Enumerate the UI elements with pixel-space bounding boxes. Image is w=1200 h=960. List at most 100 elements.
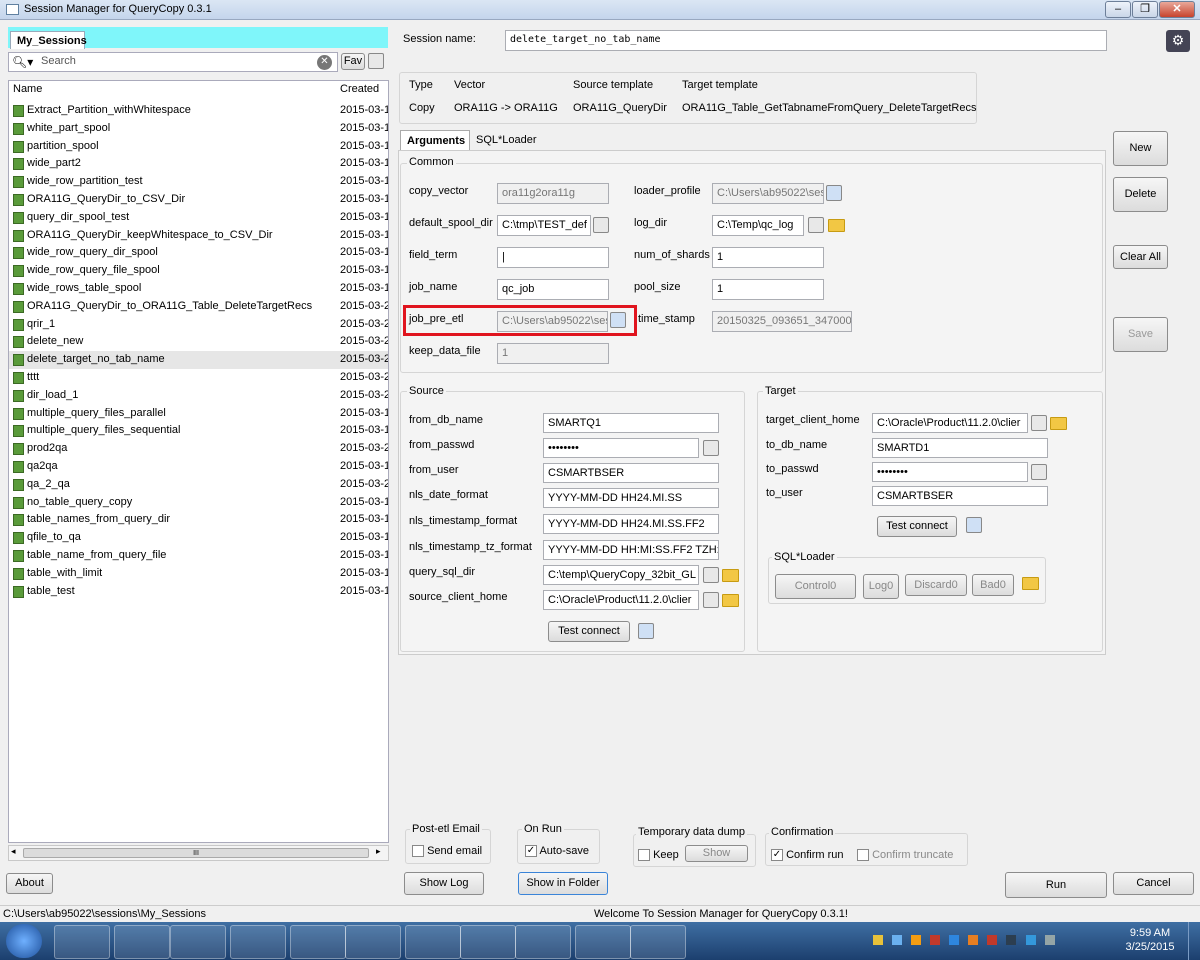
source-test-connect-button[interactable]: Test connect [548,621,630,642]
search-input[interactable]: 🔍︎▾ Search ✕ [8,52,338,72]
list-item[interactable]: ORA11G_QueryDir_keepWhitespace_to_CSV_Di… [9,227,388,245]
show-button[interactable]: Show [685,845,748,862]
edit-icon[interactable] [966,517,982,533]
explorer-icon[interactable] [114,925,170,959]
minimize-button[interactable]: – [1105,1,1131,18]
horizontal-scrollbar[interactable]: ◂ III ▸ [8,845,389,861]
folder-icon[interactable] [722,594,739,607]
browse-icon[interactable] [1031,464,1047,480]
list-item[interactable]: delete_new 2015-03-2 [9,333,388,351]
clock[interactable]: 9:59 AM 3/25/2015 [1120,926,1180,954]
bad-button[interactable]: Bad0 [972,574,1014,596]
column-header-created[interactable]: Created [340,83,379,95]
close-button[interactable]: ✕ [1159,1,1195,18]
edit-icon[interactable] [826,185,842,201]
list-item[interactable]: wide_row_query_dir_spool 2015-03-1 [9,244,388,262]
to-db-name-field[interactable]: SMARTD1 [872,438,1048,458]
maximize-button[interactable]: ❐ [1132,1,1158,18]
nls-timestamp-tz-format-field[interactable]: YYYY-MM-DD HH:MI:SS.FF2 TZH: [543,540,719,560]
keep-checkbox[interactable]: Keep [638,849,679,862]
list-item[interactable]: qfile_to_qa 2015-03-1 [9,529,388,547]
browse-icon[interactable] [703,440,719,456]
calculator-icon[interactable] [345,925,401,959]
list-item[interactable]: ORA11G_QueryDir_to_CSV_Dir 2015-03-1 [9,191,388,209]
discard-button[interactable]: Discard0 [905,574,967,596]
from-db-name-field[interactable]: SMARTQ1 [543,413,719,433]
list-item[interactable]: multiple_query_files_parallel 2015-03-1 [9,405,388,423]
column-header-name[interactable]: Name [13,83,42,95]
pool-size-field[interactable]: 1 [712,279,824,300]
about-button[interactable]: About [6,873,53,894]
scroll-thumb[interactable]: III [23,848,369,858]
list-item[interactable]: table_names_from_query_dir 2015-03-1 [9,511,388,529]
list-item[interactable]: prod2qa 2015-03-2 [9,440,388,458]
target-test-connect-button[interactable]: Test connect [877,516,957,537]
chart-app-icon[interactable] [515,925,571,959]
chrome-icon[interactable] [230,925,286,959]
send-email-checkbox[interactable]: Send email [412,845,482,858]
python-icon[interactable] [630,925,686,959]
default-spool-dir-field[interactable]: C:\tmp\TEST_def [497,215,591,236]
source-client-home-field[interactable]: C:\Oracle\Product\11.2.0\clier [543,590,699,610]
list-item[interactable]: wide_part2 2015-03-1 [9,155,388,173]
refresh-icon[interactable] [368,53,384,69]
tray-icon[interactable] [968,935,979,945]
list-item[interactable]: wide_row_query_file_spool 2015-03-1 [9,262,388,280]
list-item[interactable]: no_table_query_copy 2015-03-1 [9,494,388,512]
tray-icon[interactable] [892,935,903,945]
media-icon[interactable] [170,925,226,959]
target-client-home-field[interactable]: C:\Oracle\Product\11.2.0\clier [872,413,1028,433]
tray-icon[interactable] [949,935,960,945]
loader-profile-field[interactable]: C:\Users\ab95022\ses [712,183,824,204]
clear-all-button[interactable]: Clear All [1113,245,1168,269]
list-item[interactable]: table_name_from_query_file 2015-03-1 [9,547,388,565]
tray-icon[interactable] [930,935,941,945]
browse-icon[interactable] [1031,415,1047,431]
browse-icon[interactable] [808,217,824,233]
tray-icon[interactable] [1025,935,1036,945]
start-button-icon[interactable] [6,924,42,958]
folder-icon[interactable] [722,569,739,582]
query-sql-dir-field[interactable]: C:\temp\QueryCopy_32bit_GL [543,565,699,585]
to-passwd-field[interactable]: •••••••• [872,462,1028,482]
list-item[interactable]: delete_target_no_tab_name 2015-03-2 [9,351,388,369]
outlook-icon[interactable] [575,925,631,959]
list-item[interactable]: qrir_1 2015-03-2 [9,316,388,334]
show-log-button[interactable]: Show Log [404,872,484,895]
save-button[interactable]: Save [1113,317,1168,352]
show-desktop-button[interactable] [1188,922,1200,960]
delete-button[interactable]: Delete [1113,177,1168,212]
job-name-field[interactable]: qc_job [497,279,609,300]
list-item[interactable]: tttt 2015-03-2 [9,369,388,387]
tray-icon[interactable] [911,935,922,945]
list-item[interactable]: ORA11G_QueryDir_to_ORA11G_Table_DeleteTa… [9,298,388,316]
fav-button[interactable]: Fav [341,53,365,70]
keep-data-file-field[interactable]: 1 [497,343,609,364]
list-item[interactable]: qa_2_qa 2015-03-2 [9,476,388,494]
list-item[interactable]: white_part_spool 2015-03-1 [9,120,388,138]
settings-icon[interactable]: ⚙ [1166,30,1190,52]
session-list[interactable]: Name Created Extract_Partition_withWhite… [8,80,389,843]
to-user-field[interactable]: CSMARTBSER [872,486,1048,506]
from-passwd-field[interactable]: •••••••• [543,438,699,458]
list-item[interactable]: table_with_limit 2015-03-1 [9,565,388,583]
tray-icon[interactable] [873,935,883,945]
list-item[interactable]: Extract_Partition_withWhitespace 2015-03-… [9,102,388,120]
browse-icon[interactable] [703,567,719,583]
log-dir-field[interactable]: C:\Temp\qc_log [712,215,804,236]
session-name-field[interactable]: delete_target_no_tab_name [505,30,1107,51]
ie-icon[interactable] [54,925,110,959]
list-item[interactable]: table_test 2015-03-1 [9,583,388,601]
search-icon[interactable]: 🔍︎▾ [12,55,33,69]
edit-icon[interactable] [610,312,626,328]
new-button[interactable]: New [1113,131,1168,166]
field-term-field[interactable]: | [497,247,609,268]
time-stamp-field[interactable]: 20150325_093651_347000 [712,311,852,332]
tray-icon[interactable] [1044,935,1055,945]
list-item[interactable]: query_dir_spool_test 2015-03-1 [9,209,388,227]
list-item[interactable]: dir_load_1 2015-03-2 [9,387,388,405]
folder-icon[interactable] [1050,417,1067,430]
remote-desktop-icon[interactable] [290,925,346,959]
browse-icon[interactable] [593,217,609,233]
scroll-right-icon[interactable]: ▸ [376,846,381,857]
